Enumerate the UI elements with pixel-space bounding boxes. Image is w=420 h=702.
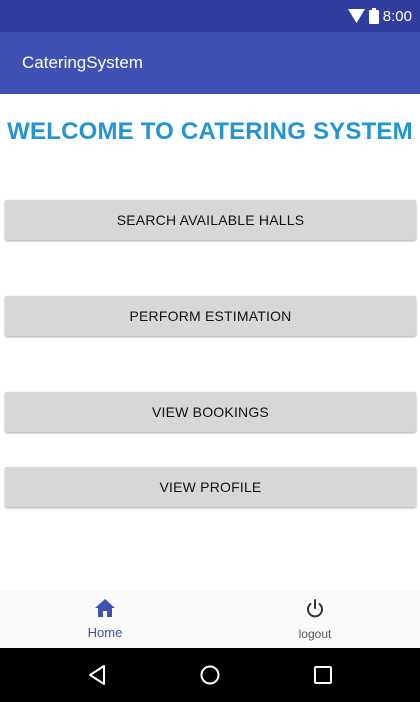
system-navigation-bar [0,648,420,702]
nav-item-logout[interactable]: logout [210,590,420,648]
home-circle-icon[interactable] [190,655,230,695]
perform-estimation-button[interactable]: PERFORM ESTIMATION [5,296,416,336]
power-icon [304,598,326,627]
bottom-navigation: Home logout [0,590,420,648]
recents-icon[interactable] [303,655,343,695]
nav-item-home[interactable]: Home [0,590,210,648]
welcome-heading: WELCOME TO CATERING SYSTEM [7,118,413,145]
main-content: WELCOME TO CATERING SYSTEM SEARCH AVAILA… [0,94,420,648]
back-icon[interactable] [77,655,117,695]
status-bar: 8:00 [0,0,420,32]
view-bookings-button[interactable]: VIEW BOOKINGS [5,392,416,432]
nav-item-logout-label: logout [298,626,332,641]
wifi-icon [347,9,365,23]
view-profile-button[interactable]: VIEW PROFILE [5,467,416,507]
home-icon [94,598,116,625]
status-time: 8:00 [382,7,412,25]
search-available-halls-button[interactable]: SEARCH AVAILABLE HALLS [5,200,416,240]
app-title: CateringSystem [22,53,143,72]
nav-item-home-label: Home [87,625,123,640]
app-bar: CateringSystem [0,32,420,94]
battery-icon [368,8,379,24]
